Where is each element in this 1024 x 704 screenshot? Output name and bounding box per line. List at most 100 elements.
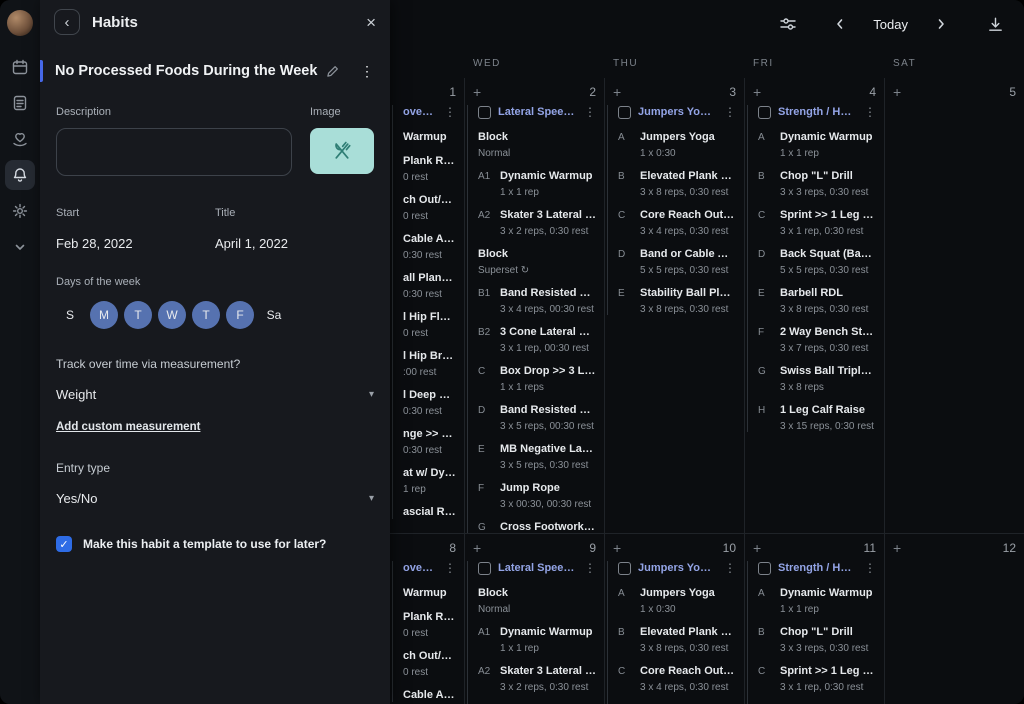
next-week-chevron-icon[interactable] <box>928 11 954 37</box>
workout-title[interactable]: ovement Q... <box>403 106 437 118</box>
workout-menu-icon[interactable]: ⋮ <box>864 561 876 575</box>
workout-menu-icon[interactable]: ⋮ <box>584 561 596 575</box>
entry-label: A1 <box>478 170 494 198</box>
workout-entry: l Hip Bridge w/ ...:00 rest <box>403 350 456 378</box>
day-toggle[interactable]: T <box>124 301 152 329</box>
add-workout-button[interactable]: + <box>473 541 481 555</box>
template-checkbox[interactable]: ✓ <box>56 536 72 552</box>
workout-card[interactable]: Lateral Speed / Plyo⋮BlockNormalA1Dynami… <box>467 561 596 704</box>
entry-label: B <box>758 170 774 198</box>
workout-card-header: ovement Q... ⋮ <box>403 105 456 119</box>
workout-title[interactable]: Lateral Speed / Plyo <box>498 106 577 118</box>
heart-hands-icon[interactable] <box>5 124 35 154</box>
add-workout-button[interactable]: + <box>613 85 621 99</box>
gear-icon[interactable] <box>5 196 35 226</box>
workout-title[interactable]: Strength / Hypertro... <box>778 562 857 574</box>
entry-body: Swiss Ball Triple Threat3 x 8 reps <box>780 365 876 393</box>
entry-type-select[interactable]: Yes/No ▾ <box>56 491 374 506</box>
entry-detail: 1 x 0:30 <box>640 148 736 159</box>
workout-menu-icon[interactable]: ⋮ <box>444 561 456 575</box>
workout-checkbox[interactable] <box>618 562 631 575</box>
workout-menu-icon[interactable]: ⋮ <box>584 105 596 119</box>
avatar[interactable] <box>7 10 33 36</box>
entry-name: ch Out/Under <box>403 194 456 207</box>
end-date-field[interactable]: April 1, 2022 <box>215 236 374 251</box>
add-workout-button[interactable]: + <box>473 85 481 99</box>
habit-image-thumbnail[interactable] <box>310 128 374 174</box>
day-toggle[interactable]: S <box>56 301 84 329</box>
calendar-day-cell[interactable]: +1ovement Q...⋮WarmupPlank Row0 restch O… <box>390 78 464 533</box>
kebab-menu-icon[interactable]: ⋮ <box>360 63 374 80</box>
filter-sliders-icon[interactable] <box>775 11 801 37</box>
download-icon[interactable] <box>982 11 1008 37</box>
workout-entry: BElevated Plank Row3 x 8 reps, 0:30 rest <box>618 626 736 654</box>
add-custom-measurement-link[interactable]: Add custom measurement <box>56 421 200 433</box>
day-toggle[interactable]: M <box>90 301 118 329</box>
add-workout-button[interactable]: + <box>753 85 761 99</box>
description-input[interactable] <box>56 128 292 176</box>
day-toggle[interactable]: T <box>192 301 220 329</box>
calendar-day-cell[interactable]: +12 <box>884 534 1024 704</box>
workout-checkbox[interactable] <box>618 106 631 119</box>
prev-week-chevron-icon[interactable] <box>827 11 853 37</box>
entry-body: Band Resisted Crossover...3 x 5 reps, 00… <box>500 404 596 432</box>
entry-name: Plank Row <box>403 611 456 624</box>
calendar-day-cell[interactable]: +10Jumpers Yoga / Core⋮AJumpers Yoga1 x … <box>604 534 744 704</box>
workout-card[interactable]: Jumpers Yoga / Core⋮AJumpers Yoga1 x 0:3… <box>607 105 736 315</box>
workout-card[interactable]: ovement Q...⋮WarmupPlank Row0 restch Out… <box>392 105 456 519</box>
workout-card[interactable]: Strength / Hypertro...⋮ADynamic Warmup1 … <box>747 105 876 432</box>
add-workout-button[interactable]: + <box>753 541 761 555</box>
calendar-day-cell[interactable]: +2Lateral Speed / Plyo⋮BlockNormalA1Dyna… <box>464 78 604 533</box>
calendar-day-cell[interactable]: +3Jumpers Yoga / Core⋮AJumpers Yoga1 x 0… <box>604 78 744 533</box>
day-toggle[interactable]: Sa <box>260 301 288 329</box>
workout-card[interactable]: Jumpers Yoga / Core⋮AJumpers Yoga1 x 0:3… <box>607 561 736 704</box>
add-workout-button[interactable]: + <box>893 85 901 99</box>
document-icon[interactable] <box>5 88 35 118</box>
calendar-day-cell[interactable]: +5 <box>884 78 1024 533</box>
add-workout-button[interactable]: + <box>893 541 901 555</box>
start-label: Start <box>56 207 215 219</box>
entry-body: Warmup <box>403 587 456 600</box>
workout-menu-icon[interactable]: ⋮ <box>444 105 456 119</box>
bell-icon[interactable] <box>5 160 35 190</box>
add-workout-button[interactable]: + <box>613 541 621 555</box>
workout-entry: ascial Release C... <box>403 506 456 519</box>
entry-body: Plank Row0 rest <box>403 155 456 183</box>
measurement-select[interactable]: Weight ▾ <box>56 387 374 402</box>
back-button[interactable]: ‹ <box>54 9 80 35</box>
panel-header: ‹ Habits × <box>40 0 390 44</box>
calendar-day-cell[interactable]: +9Lateral Speed / Plyo⋮BlockNormalA1Dyna… <box>464 534 604 704</box>
workout-checkbox[interactable] <box>478 562 491 575</box>
workout-checkbox[interactable] <box>758 106 771 119</box>
workout-card[interactable]: Strength / Hypertro...⋮ADynamic Warmup1 … <box>747 561 876 704</box>
workout-entry: CSprint >> 1 Leg Declarations3 x 1 rep, … <box>758 665 876 693</box>
calendar-day-cell[interactable]: +8ovement Q...⋮WarmupPlank Row0 restch O… <box>390 534 464 704</box>
entry-label: A <box>758 587 774 615</box>
day-toggle[interactable]: F <box>226 301 254 329</box>
workout-menu-icon[interactable]: ⋮ <box>864 105 876 119</box>
workout-entry: H1 Leg Calf Raise3 x 15 reps, 0:30 rest <box>758 404 876 432</box>
workout-title[interactable]: Lateral Speed / Plyo <box>498 562 577 574</box>
calendar-icon[interactable] <box>5 52 35 82</box>
day-toggle[interactable]: W <box>158 301 186 329</box>
workout-card-header: Lateral Speed / Plyo ⋮ <box>478 561 596 575</box>
entry-label: F <box>758 326 774 354</box>
close-icon[interactable]: × <box>366 14 376 31</box>
calendar-day-cell[interactable]: +4Strength / Hypertro...⋮ADynamic Warmup… <box>744 78 884 533</box>
workout-menu-icon[interactable]: ⋮ <box>724 561 736 575</box>
workout-title[interactable]: ovement Q... <box>403 562 437 574</box>
workout-title[interactable]: Jumpers Yoga / Core <box>638 106 717 118</box>
edit-pencil-icon[interactable] <box>326 65 339 78</box>
chevron-down-icon[interactable] <box>5 232 35 262</box>
workout-checkbox[interactable] <box>478 106 491 119</box>
calendar-day-cell[interactable]: +11Strength / Hypertro...⋮ADynamic Warmu… <box>744 534 884 704</box>
workout-title[interactable]: Jumpers Yoga / Core <box>638 562 717 574</box>
today-button[interactable]: Today <box>869 17 912 32</box>
workout-card[interactable]: Lateral Speed / Plyo⋮BlockNormalA1Dynami… <box>467 105 596 533</box>
workout-title[interactable]: Strength / Hypertro... <box>778 106 857 118</box>
workout-menu-icon[interactable]: ⋮ <box>724 105 736 119</box>
workout-card[interactable]: ovement Q...⋮WarmupPlank Row0 restch Out… <box>392 561 456 702</box>
workout-checkbox[interactable] <box>758 562 771 575</box>
entry-name: Chop "L" Drill <box>780 626 876 639</box>
start-date-field[interactable]: Feb 28, 2022 <box>56 236 215 251</box>
